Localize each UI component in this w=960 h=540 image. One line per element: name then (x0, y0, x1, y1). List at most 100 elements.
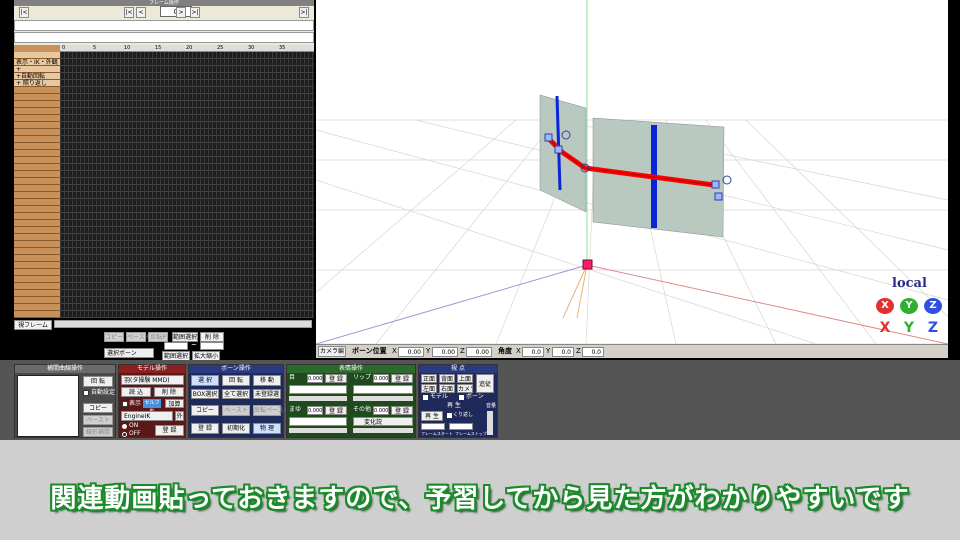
loop-checkbox[interactable] (447, 413, 452, 418)
timeline-row[interactable] (14, 185, 60, 192)
lip-slider[interactable] (353, 396, 413, 401)
bone-reverse-paste-button[interactable]: 反転ペースト (253, 405, 290, 416)
auto-setting-checkbox[interactable] (83, 390, 89, 396)
timeline-row[interactable] (14, 206, 60, 213)
model-load-button[interactable]: 読 込 (121, 387, 151, 397)
next-key-button[interactable]: >| (190, 7, 200, 18)
timeline-row[interactable]: + 照り返し (14, 80, 60, 87)
timeline-row[interactable] (14, 87, 60, 94)
lip-register-button[interactable]: 登 録 (391, 374, 413, 383)
timeline-row[interactable] (14, 178, 60, 185)
timeline-row[interactable] (14, 248, 60, 255)
timeline-row[interactable] (14, 143, 60, 150)
bone-paste-button[interactable]: ペースト (222, 405, 250, 416)
outside-button[interactable]: 外 (175, 411, 184, 421)
top-view-button[interactable]: 上面 (457, 374, 473, 383)
timeline-row[interactable] (14, 164, 60, 171)
timeline-row[interactable] (14, 311, 60, 318)
timeline-row[interactable] (14, 157, 60, 164)
frame-ruler[interactable]: 0 5 10 15 20 25 30 35 (60, 45, 314, 52)
timeline-row[interactable] (14, 283, 60, 290)
timeline-row[interactable] (14, 276, 60, 283)
eye-register-button[interactable]: 登 録 (325, 374, 347, 383)
delete-frame-button[interactable]: 削 除 (200, 332, 224, 342)
3d-viewport[interactable]: local X Y Z X Y Z (316, 0, 948, 344)
interp-rotate-dropdown[interactable]: 回 転 (83, 376, 113, 387)
timeline-row[interactable] (14, 52, 60, 59)
select-bone-dropdown[interactable]: 選択ボーン (104, 348, 154, 358)
on-radio[interactable] (122, 424, 127, 429)
move-z-icon[interactable]: Z (924, 320, 942, 336)
center-bone-handle[interactable] (582, 259, 593, 270)
lip-morph-dropdown[interactable] (353, 385, 413, 394)
keyframe-grid[interactable] (60, 52, 314, 318)
bone-initialize-button[interactable]: 初期化 (222, 423, 250, 434)
timeline-row[interactable] (14, 171, 60, 178)
off-radio[interactable] (122, 432, 127, 437)
pos-x-field[interactable]: 0.00 (398, 347, 424, 357)
last-frame-button[interactable]: >| (299, 7, 309, 18)
other-value-field[interactable]: 0.000 (373, 406, 389, 415)
rotate-x-icon[interactable]: X (876, 298, 894, 314)
pos-y-field[interactable]: 0.00 (432, 347, 458, 357)
next-frame-button[interactable]: > (176, 7, 186, 18)
paste-button[interactable]: ペースト (126, 332, 151, 342)
copy-button[interactable]: コピー (104, 332, 124, 342)
timeline-row[interactable] (14, 220, 60, 227)
pos-z-field[interactable]: 0.00 (466, 347, 492, 357)
model-checkbox[interactable] (423, 395, 428, 400)
engine-ik-dropdown[interactable]: EngineIK (121, 411, 173, 421)
timeline-row[interactable] (14, 115, 60, 122)
timeline-row[interactable] (14, 101, 60, 108)
brow-slider[interactable] (289, 428, 347, 433)
camera-edit-button[interactable]: カメラ編 (318, 346, 346, 357)
horizontal-scrollbar[interactable] (54, 320, 312, 328)
timeline-row[interactable] (14, 213, 60, 220)
angle-y-field[interactable]: 0.0 (552, 347, 574, 357)
interp-paste-button[interactable]: ペースト (83, 415, 113, 425)
interpolation-curve-canvas[interactable] (17, 375, 79, 437)
timeline-row[interactable] (14, 108, 60, 115)
interp-copy-button[interactable]: コピー (83, 403, 113, 413)
timeline-row[interactable] (14, 150, 60, 157)
model-register-button[interactable]: 登 録 (155, 425, 184, 436)
unregistered-select-button[interactable]: 未登録選 (253, 389, 281, 399)
display-checkbox[interactable] (122, 401, 128, 407)
timeline[interactable]: 表示・IK・外観 + +自動回転 + 照り返し 0 5 10 15 20 25 30 35 (14, 45, 314, 318)
eye-morph-dropdown[interactable] (289, 385, 347, 394)
prev-key-button[interactable]: |< (124, 7, 134, 18)
angle-z-field[interactable]: 0.0 (582, 347, 604, 357)
add-blend-button[interactable]: 加算 (165, 399, 184, 408)
bone-copy-button[interactable]: コピー (191, 405, 219, 416)
follow-button[interactable]: 追従 (476, 374, 494, 393)
timeline-row[interactable] (14, 241, 60, 248)
brow-morph-dropdown[interactable] (289, 417, 347, 426)
timeline-row[interactable] (14, 122, 60, 129)
reverse-paste-button[interactable]: 反転P (148, 332, 168, 342)
bone-register-button[interactable]: 登 録 (191, 423, 219, 434)
timeline-row[interactable]: +自動回転 (14, 73, 60, 80)
timeline-row[interactable] (14, 255, 60, 262)
eye-value-field[interactable]: 0.000 (307, 374, 323, 383)
box-select-button[interactable]: BOX選択 (191, 389, 219, 399)
select-all-button[interactable]: 全て選択 (222, 389, 250, 399)
model-select-dropdown[interactable]: 羽(タ操験 MMD) (121, 375, 184, 385)
move-y-icon[interactable]: Y (900, 320, 918, 336)
lip-value-field[interactable]: 0.000 (373, 374, 389, 383)
view-frame-button[interactable]: 視フレーム (14, 320, 52, 330)
viewport-scene[interactable] (316, 0, 948, 344)
timeline-filter-field[interactable] (14, 32, 314, 43)
bone-checkbox[interactable] (459, 395, 464, 400)
eye-slider[interactable] (289, 396, 347, 401)
linear-interp-button[interactable]: 線形補間 (83, 427, 113, 437)
range-start-field[interactable] (164, 342, 188, 350)
range-end-field[interactable] (200, 342, 224, 350)
timeline-row[interactable] (14, 94, 60, 101)
brow-value-field[interactable]: 0.000 (307, 406, 323, 415)
timeline-row[interactable]: + (14, 66, 60, 73)
timeline-row[interactable] (14, 262, 60, 269)
timeline-row[interactable] (14, 129, 60, 136)
timeline-row[interactable]: 表示・IK・外観 (14, 59, 60, 66)
first-frame-button[interactable]: |< (19, 7, 29, 18)
axis-gizmo[interactable]: X Y Z X Y Z (876, 296, 946, 340)
